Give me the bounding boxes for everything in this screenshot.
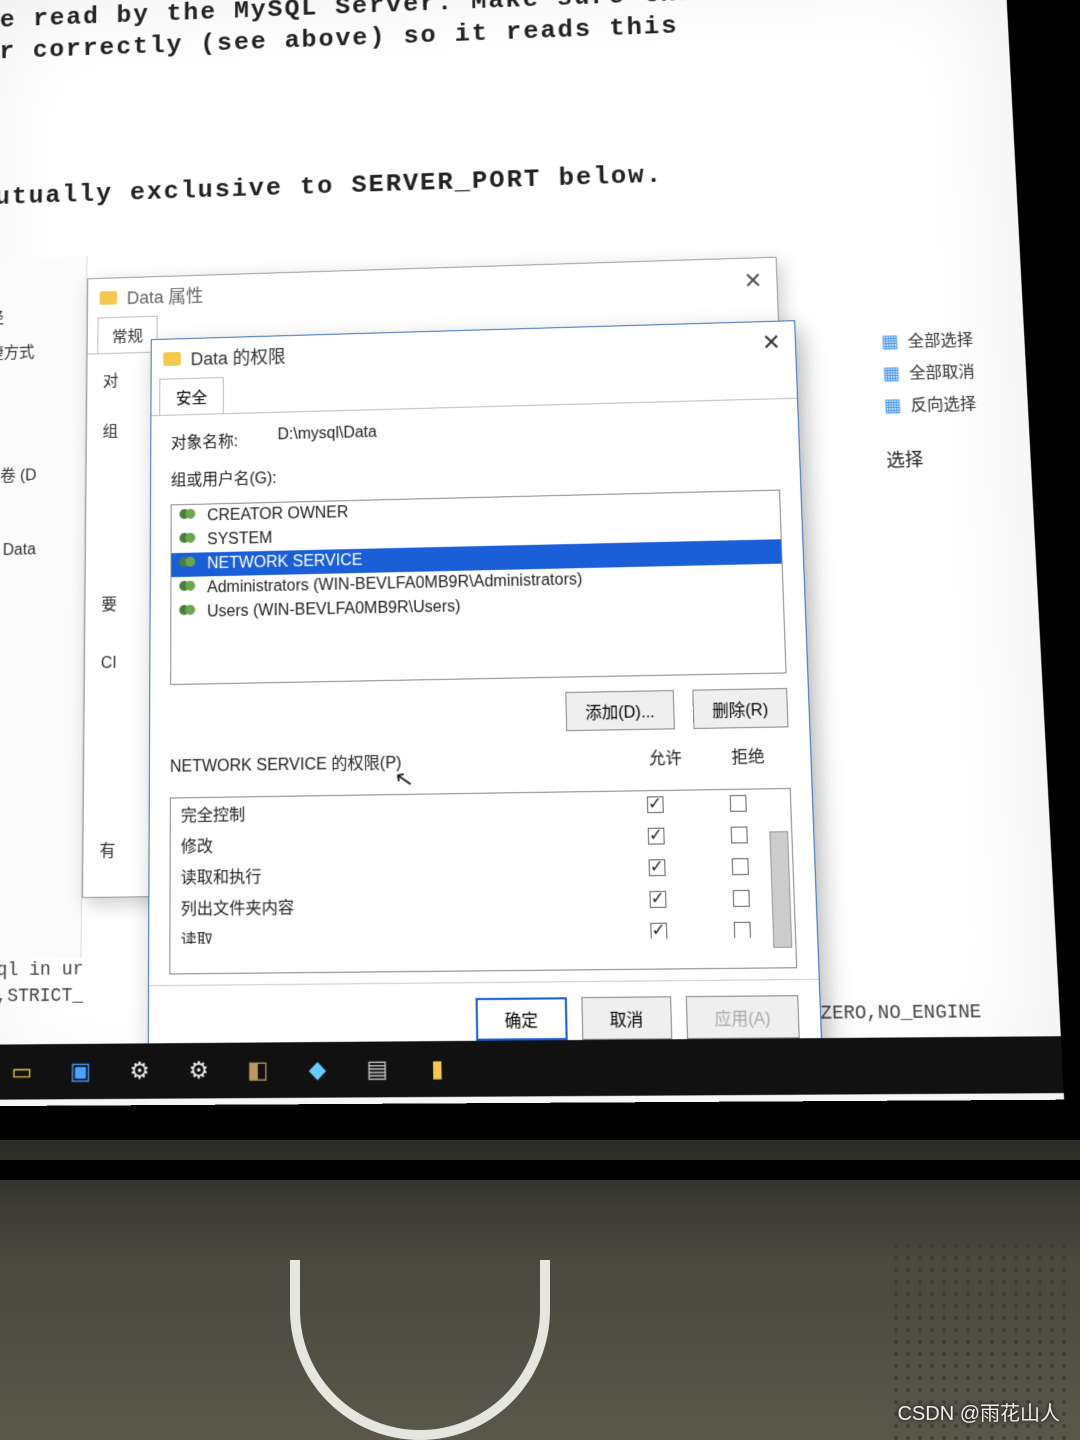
invert-selection[interactable]: 反向选择: [883, 384, 1049, 421]
allow-checkbox[interactable]: [650, 922, 667, 939]
watermark: CSDN @雨花山人: [897, 1397, 1060, 1426]
invert-selection-icon: [884, 395, 903, 414]
column-deny: 拒绝: [706, 742, 790, 768]
allow-checkbox[interactable]: [647, 796, 664, 813]
users-icon: [179, 533, 199, 549]
folder-icon[interactable]: ▮: [423, 1054, 452, 1084]
folder-icon: [163, 352, 181, 366]
column-allow: 允许: [624, 743, 707, 769]
settings-icon-2[interactable]: ⚙: [184, 1056, 213, 1086]
file-explorer-icon[interactable]: ▭: [8, 1057, 37, 1087]
cancel-button[interactable]: 取消: [581, 996, 672, 1040]
allow-checkbox[interactable]: [648, 827, 665, 844]
tab-security[interactable]: 安全: [159, 377, 224, 415]
permissions-title: Data 的权限: [191, 343, 286, 371]
explorer-left-pane: 看 复制路径 粘贴快捷方式: [0, 256, 87, 959]
allow-checkbox[interactable]: [649, 890, 666, 907]
select-panel: 全部选择 全部取消 反向选择 选择: [881, 320, 1050, 421]
folder-icon: [100, 291, 117, 305]
close-icon[interactable]: ✕: [743, 268, 762, 294]
group-users-label: 组或用户名(G):: [171, 451, 780, 490]
deny-checkbox[interactable]: [733, 889, 750, 906]
app-icon-3[interactable]: ◆: [303, 1055, 332, 1085]
add-button[interactable]: 添加(D)...: [565, 690, 674, 731]
users-icon: [179, 581, 199, 597]
select-all[interactable]: 全部选择: [881, 320, 1046, 357]
background-config-bottom: use mysql in ur ROUP_BY,STRICT_: [0, 958, 84, 1012]
explorer-menu-copy-path[interactable]: 复制路径: [0, 297, 86, 336]
users-listbox[interactable]: CREATOR OWNERSYSTEMNETWORK SERVICEAdmini…: [170, 490, 786, 685]
ok-button[interactable]: 确定: [475, 997, 567, 1041]
app-icon[interactable]: ▣: [66, 1057, 95, 1087]
users-icon: [180, 509, 200, 525]
select-panel-header: 选择: [886, 446, 924, 473]
apply-button[interactable]: 应用(A): [685, 995, 799, 1039]
properties-title: Data 属性: [127, 282, 204, 309]
users-icon: [179, 557, 199, 573]
settings-icon[interactable]: ⚙: [125, 1056, 154, 1086]
permissions-dialog: Data 的权限 ✕ 安全 对象名称: D:\mysql\Data 组或用户名(…: [148, 320, 823, 1050]
object-name-label: 对象名称:: [171, 428, 238, 453]
deny-checkbox[interactable]: [732, 858, 749, 875]
select-all-icon: [881, 331, 900, 349]
app-icon-4[interactable]: ▤: [363, 1054, 392, 1084]
background-config-text: be read by the MySQL Server. Make sure t…: [0, 0, 714, 69]
folder-item-data[interactable]: Data: [0, 540, 36, 560]
background-config-text-2: e mutually exclusive to SERVER_PORT belo…: [0, 160, 664, 213]
monitor-bezel: [0, 1160, 1080, 1180]
tab-general[interactable]: 常规: [97, 316, 157, 354]
breadcrumb[interactable]: 盘 › 新加卷 (D: [0, 461, 37, 487]
permissions-table: 完全控制修改读取和执行列出文件夹内容读取: [169, 788, 797, 975]
app-icon-2[interactable]: ◧: [244, 1055, 273, 1085]
object-name-value: D:\mysql\Data: [277, 424, 377, 450]
users-icon: [179, 605, 199, 622]
deny-checkbox[interactable]: [734, 921, 751, 938]
taskbar: e ▭ ▣ ⚙ ⚙ ◧ ◆ ▤ ▮: [0, 1036, 1064, 1100]
allow-checkbox[interactable]: [649, 859, 666, 876]
deselect-all-icon: [882, 363, 901, 381]
deny-checkbox[interactable]: [731, 826, 748, 843]
close-icon[interactable]: ✕: [762, 330, 782, 356]
explorer-menu-view[interactable]: 看: [0, 262, 86, 301]
explorer-menu-paste-shortcut[interactable]: 粘贴快捷方式: [0, 331, 86, 370]
deselect-all[interactable]: 全部取消: [882, 352, 1048, 389]
remove-button[interactable]: 删除(R): [692, 688, 789, 729]
deny-checkbox[interactable]: [730, 794, 747, 811]
